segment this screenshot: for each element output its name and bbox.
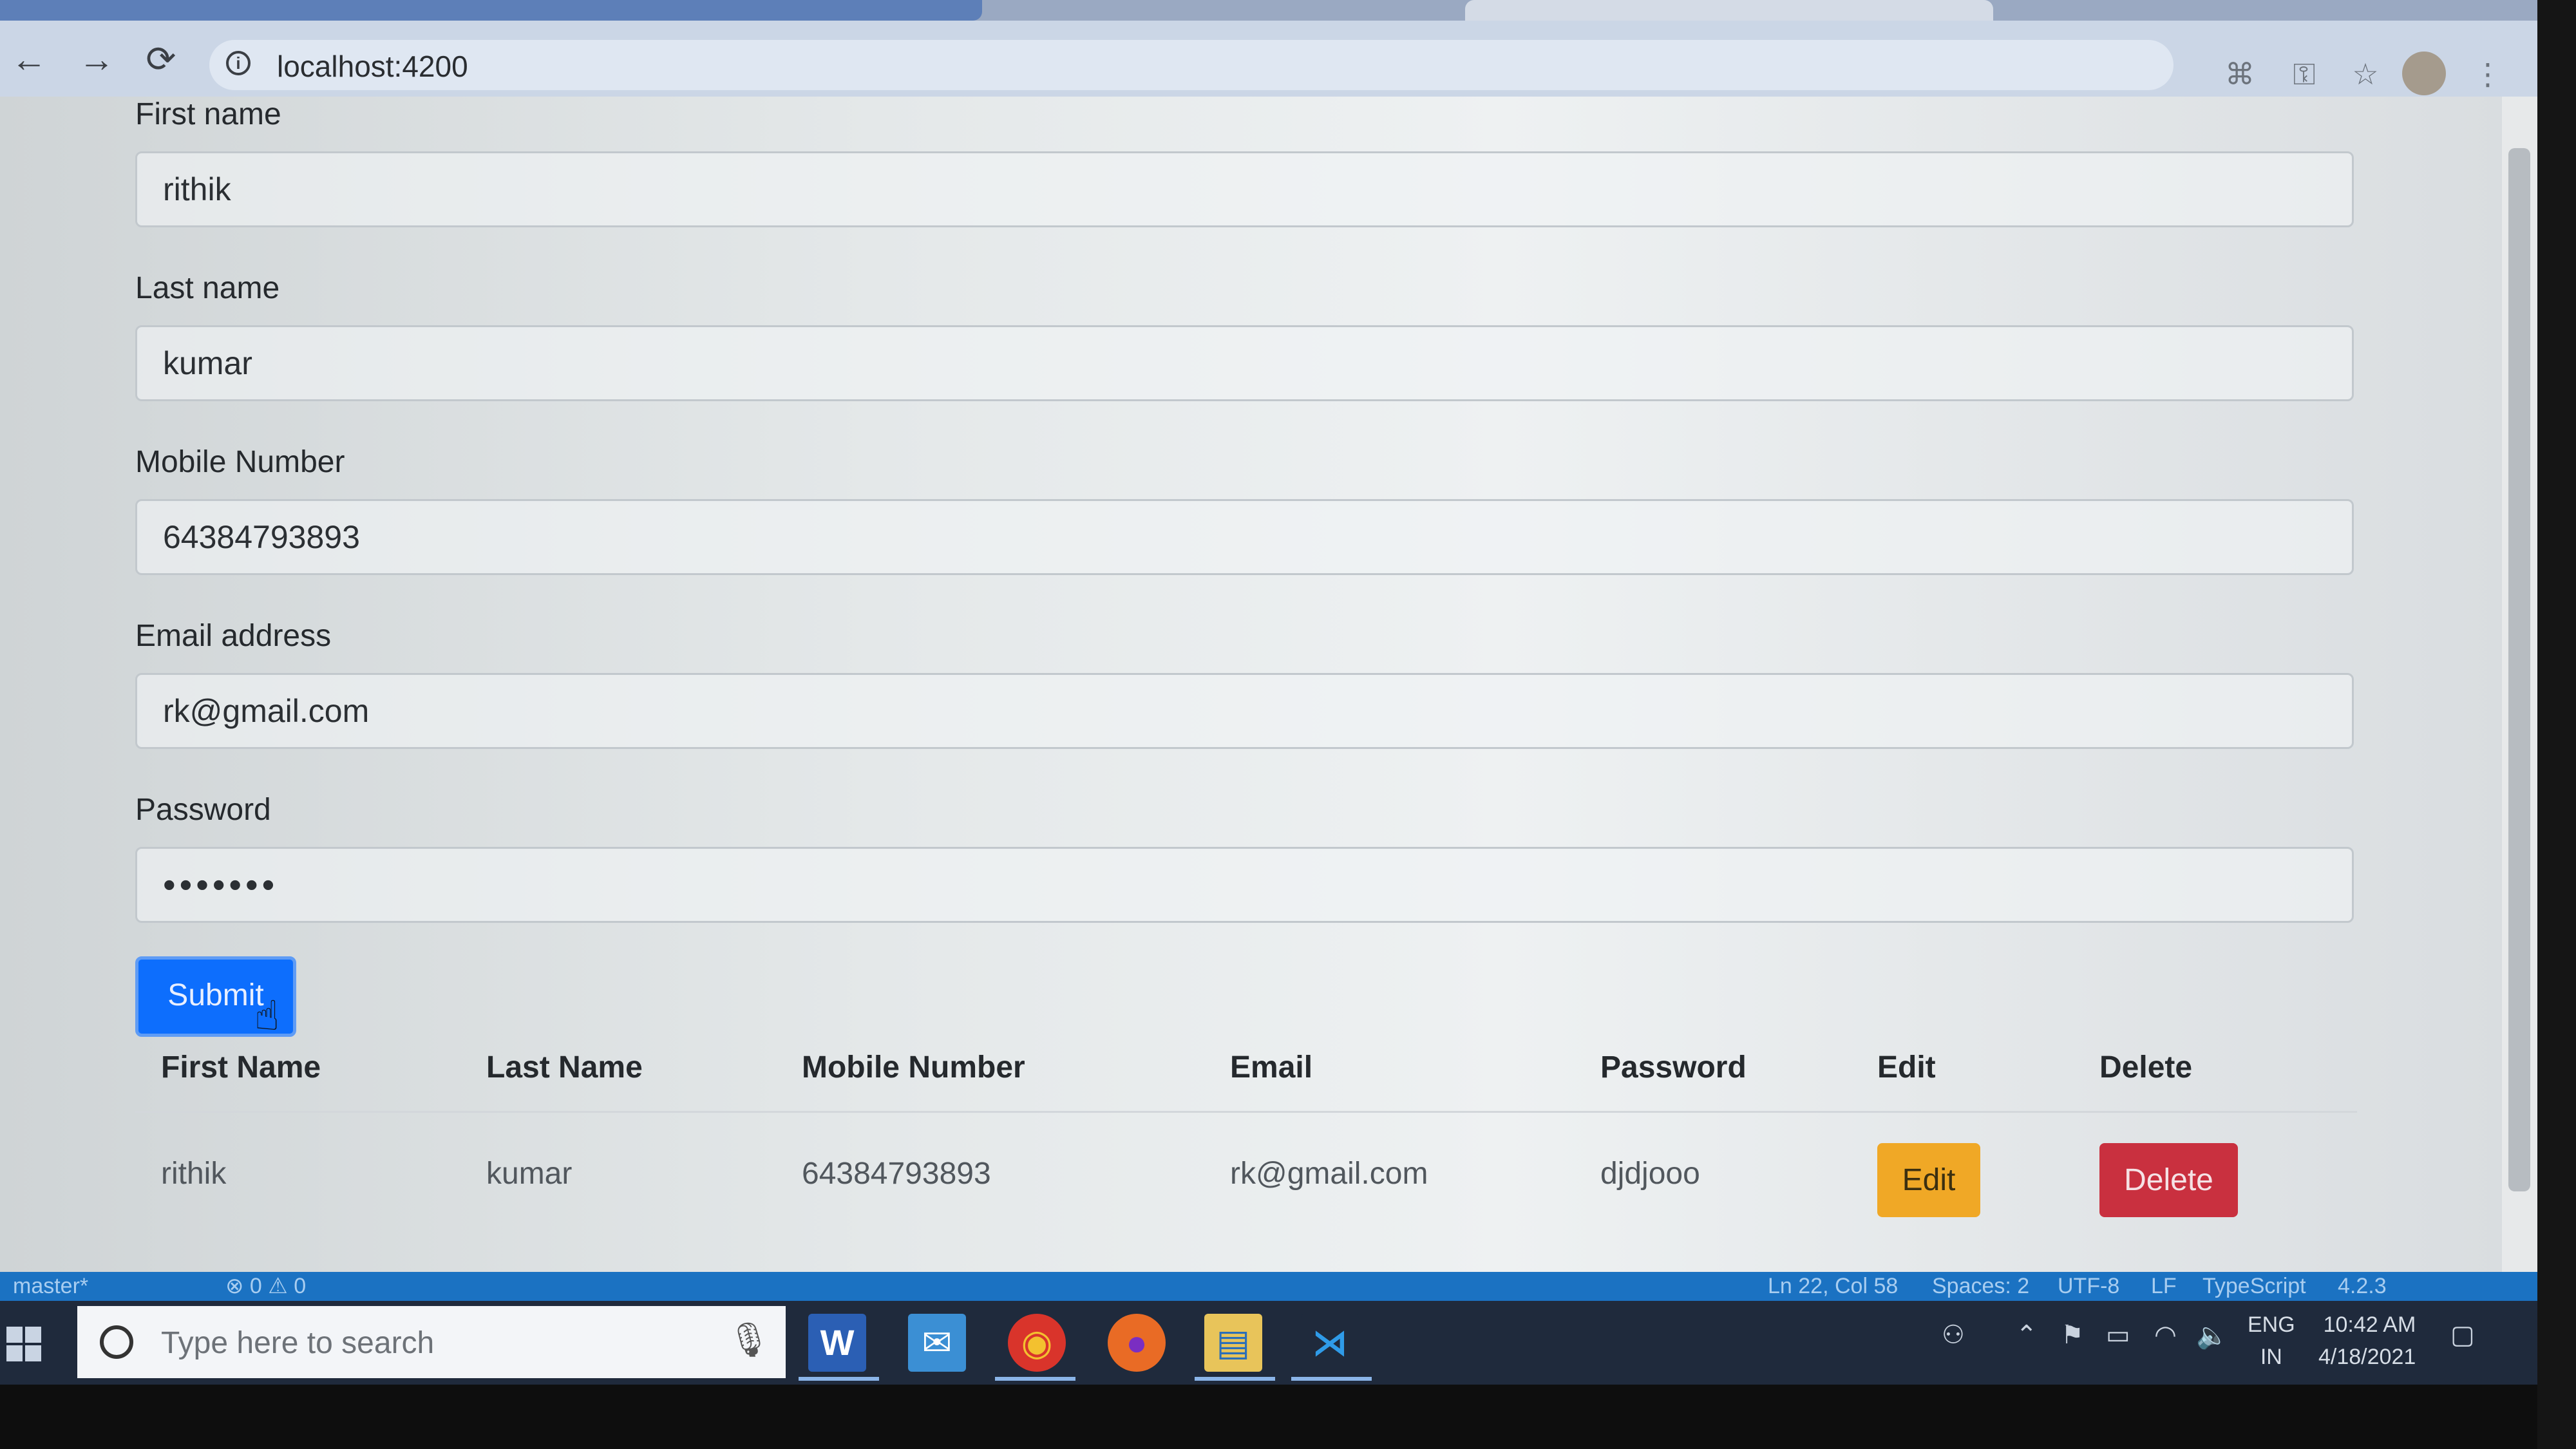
monitor-bezel [0,1385,2576,1449]
cortana-icon[interactable] [100,1325,133,1359]
microphone-icon[interactable]: 🎙 [728,1320,770,1359]
taskbar-search[interactable]: Type here to search 🎙 [77,1306,786,1378]
encoding[interactable]: UTF-8 [2058,1272,2119,1301]
mail-icon[interactable]: ✉ [908,1314,966,1372]
last-name-input[interactable]: kumar [135,325,2354,401]
flag-icon[interactable]: ⚑ [2061,1320,2084,1350]
password-label: Password [135,793,271,827]
url-text: localhost:4200 [277,50,468,83]
monitor-bezel-right [2537,0,2576,1449]
word-icon[interactable]: W [808,1314,866,1372]
header-email: Email [1230,1050,1313,1084]
password-input[interactable]: ••••••• [135,847,2354,923]
mobile-number-input[interactable]: 64384793893 [135,499,2354,575]
cursor-position[interactable]: Ln 22, Col 58 [1768,1272,1898,1301]
vscode-active-indicator [1291,1377,1372,1381]
taskbar: Type here to search 🎙 W ✉ ◉ ● ▤ ⋊ ⚇ ⌃ ⚑ … [0,1301,2537,1385]
notifications-icon[interactable]: ▢ [2450,1320,2475,1350]
header-mobile-number: Mobile Number [802,1050,1025,1084]
git-branch[interactable]: master* [13,1272,88,1301]
menu-icon[interactable]: ⋮ [2470,56,2506,92]
wifi-icon[interactable]: ◠ [2154,1320,2177,1350]
people-icon[interactable]: ⚇ [1942,1320,1965,1350]
address-bar[interactable]: i localhost:4200 [209,40,2174,90]
scrollbar[interactable] [2502,97,2537,1275]
system-clock[interactable]: 10:42 AM 4/18/2021 [2318,1309,2416,1373]
chrome-icon[interactable]: ◉ [1008,1314,1066,1372]
tray-chevron-icon[interactable]: ⌃ [2016,1320,2038,1350]
browser-toolbar: ← → ⟳ i localhost:4200 ⌘ ⚿ ☆ ⋮ [0,21,2537,97]
cell-first-name: rithik [161,1157,227,1191]
search-placeholder: Type here to search [161,1326,435,1360]
edit-button[interactable]: Edit [1877,1143,1980,1217]
browser-tab-active[interactable] [0,0,982,21]
file-explorer-icon[interactable]: ▤ [1204,1314,1262,1372]
cell-password: djdjooo [1600,1157,1700,1191]
back-icon[interactable]: ← [10,40,48,79]
input-language[interactable]: ENG IN [2248,1309,2295,1373]
vscode-icon[interactable]: ⋊ [1301,1314,1359,1372]
email-label: Email address [135,619,332,653]
first-name-input[interactable]: rithik [135,151,2354,227]
email-input[interactable]: rk@gmail.com [135,673,2354,749]
clock-time: 10:42 AM [2323,1312,2416,1337]
cell-email: rk@gmail.com [1230,1157,1428,1191]
site-info-icon[interactable]: i [226,51,251,75]
hand-cursor-icon: ☝ [254,992,279,1039]
reload-icon[interactable]: ⟳ [142,40,180,79]
explorer-active-indicator [1195,1377,1275,1381]
mobile-number-label: Mobile Number [135,445,345,479]
chrome-active-indicator [995,1377,1075,1381]
language-mode[interactable]: TypeScript [2202,1272,2306,1301]
cell-last-name: kumar [486,1157,573,1191]
header-delete: Delete [2099,1050,2193,1084]
page-content: First name rithik Last name kumar Mobile… [0,97,2502,1275]
header-edit: Edit [1877,1050,1936,1084]
header-last-name: Last Name [486,1050,643,1084]
first-name-label: First name [135,97,281,131]
extension-icon[interactable]: ⌘ [2222,56,2258,92]
cell-mobile-number: 64384793893 [802,1157,991,1191]
word-active-indicator [799,1377,879,1381]
line-ending[interactable]: LF [2151,1272,2177,1301]
key-icon[interactable]: ⚿ [2286,56,2322,92]
language-code: ENG [2248,1312,2295,1337]
clock-date: 4/18/2021 [2318,1345,2416,1369]
header-password: Password [1600,1050,1747,1084]
ts-version[interactable]: 4.2.3 [2338,1272,2387,1301]
battery-icon[interactable]: ▭ [2106,1320,2130,1350]
star-icon[interactable]: ☆ [2347,56,2383,92]
problems-count[interactable]: ⊗ 0 ⚠ 0 [225,1272,306,1301]
header-first-name: First Name [161,1050,321,1084]
windows-start-icon[interactable] [6,1327,42,1362]
firefox-icon[interactable]: ● [1108,1314,1166,1372]
profile-avatar[interactable] [2402,52,2446,95]
forward-icon[interactable]: → [77,40,116,79]
indentation[interactable]: Spaces: 2 [1932,1272,2029,1301]
scrollbar-thumb[interactable] [2508,148,2530,1191]
editor-status-bar: master* ⊗ 0 ⚠ 0 Ln 22, Col 58 Spaces: 2 … [0,1272,2537,1301]
region-code: IN [2260,1345,2282,1369]
last-name-label: Last name [135,271,280,305]
table-divider [135,1111,2357,1113]
delete-button[interactable]: Delete [2099,1143,2238,1217]
volume-icon[interactable]: 🔈 [2196,1320,2228,1350]
